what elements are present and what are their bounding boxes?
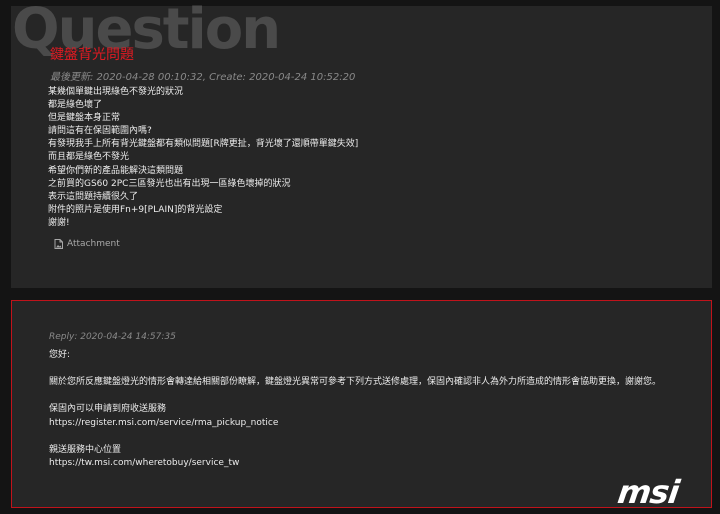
question-line: 表示這問題持續很久了 (48, 191, 139, 202)
question-line: 有發現我手上所有背光鍵盤都有類似問題[R牌更扯，背光壞了還順帶單鍵失效] (48, 139, 359, 150)
question-line: 希望你們新的產品能解決這類問題 (48, 165, 184, 176)
reply-line (49, 363, 661, 377)
question-line: 請問這有在保固範圍內嗎? (48, 126, 152, 137)
attachment-label: Attachment (67, 239, 120, 249)
reply-card: Reply: 2020-04-24 14:57:35 您好: 關於您所反應鍵盤燈… (11, 300, 712, 508)
reply-line (49, 430, 661, 444)
page: Question 鍵盤背光問題 最後更新: 2020-04-28 00:10:3… (0, 0, 720, 514)
question-line: 謝謝! (48, 217, 70, 228)
reply-meta: Reply: 2020-04-24 14:57:35 (49, 332, 176, 342)
question-line: 之前買的GS60 2PC三區發光也出有出現一區綠色壞掉的狀況 (48, 178, 291, 189)
attachment-link[interactable]: Attachment (54, 239, 120, 249)
question-line: 附件的照片是使用Fn+9[PLAIN]的背光設定 (48, 204, 223, 215)
question-meta: 最後更新: 2020-04-28 00:10:32, Create: 2020-… (50, 72, 356, 83)
service-center-link[interactable]: https://tw.msi.com/wheretobuy/service_tw (49, 457, 661, 471)
reply-line: 親送服務中心位置 (49, 444, 122, 455)
question-line: 但是鍵盤本身正常 (48, 113, 121, 124)
question-line: 某幾個單鍵出現綠色不發光的狀況 (48, 87, 184, 97)
question-title: 鍵盤背光問題 (50, 47, 134, 63)
reply-line: 您好: (49, 350, 71, 360)
file-image-icon (54, 239, 63, 249)
msi-logo: msi (615, 473, 682, 511)
reply-line: 保固內可以申請到府收送服務 (49, 404, 167, 414)
rma-pickup-link[interactable]: https://register.msi.com/service/rma_pic… (49, 417, 661, 431)
question-card: Question 鍵盤背光問題 最後更新: 2020-04-28 00:10:3… (11, 2, 712, 288)
reply-line (49, 390, 661, 404)
question-line: 都是綠色壞了 (48, 100, 103, 111)
question-line: 而且都是綠色不發光 (48, 152, 130, 163)
reply-body: 您好: 關於您所反應鍵盤燈光的情形會轉達給相關部份瞭解，鍵盤燈光異常可參考下列方… (49, 349, 661, 471)
question-body: 某幾個單鍵出現綠色不發光的狀況 都是綠色壞了 但是鍵盤本身正常 請問這有在保固範… (48, 86, 358, 230)
reply-line: 關於您所反應鍵盤燈光的情形會轉達給相關部份瞭解，鍵盤燈光異常可參考下列方式送修處… (49, 377, 662, 387)
